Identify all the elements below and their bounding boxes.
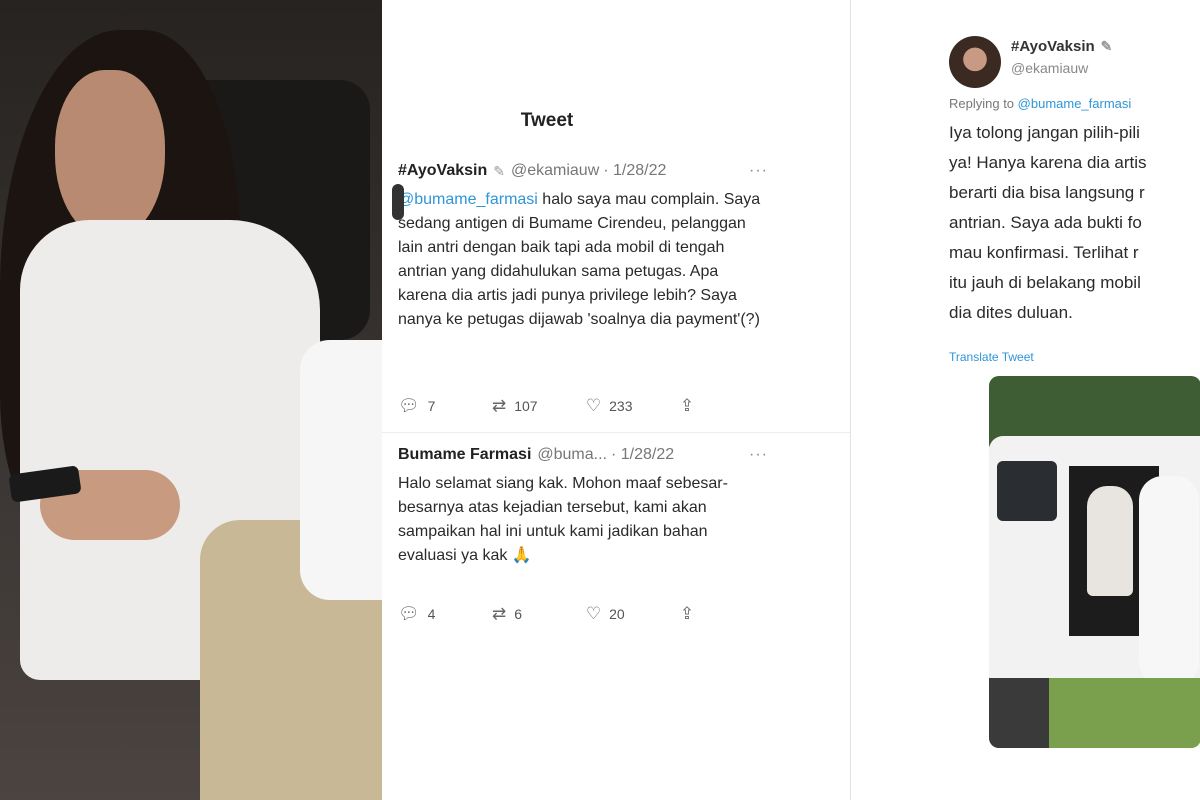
page-title: Tweet (520, 110, 574, 131)
left-photo-panel (0, 0, 382, 800)
reply-count: 4 (427, 606, 436, 622)
divider (382, 432, 850, 433)
retweet-count: 6 (514, 606, 522, 622)
replying-to: Replying to @bumame_farmasi (949, 96, 1131, 111)
reply-button[interactable]: 💬︎ 4 (398, 604, 492, 624)
reply-icon: 💬︎ (398, 604, 420, 623)
author-handle[interactable]: @buma... (537, 446, 607, 464)
tweet-actions: 💬︎ 4 ⇄ 6 ♡ 20 ⇪ (398, 604, 708, 624)
tweet-text: Halo selamat siang kak. Mohon maaf sebes… (398, 475, 728, 564)
retweet-icon: ⇄ (491, 396, 507, 415)
tweet-line: itu jauh di belakang mobil (949, 273, 1141, 292)
ppe-worker (1139, 476, 1199, 686)
heart-icon: ♡ (585, 396, 602, 415)
mention-link[interactable]: @bumame_farmasi (1018, 96, 1132, 111)
tweet-line: dia dites duluan. (949, 303, 1073, 322)
avatar[interactable] (949, 36, 1001, 88)
share-button[interactable]: ⇪ (680, 604, 708, 624)
like-count: 20 (609, 606, 625, 622)
tweet-text: Iya tolong jangan pilih-pili ya! Hanya k… (949, 118, 1200, 328)
tweet-line: ya! Hanya karena dia artis (949, 153, 1147, 172)
more-options-icon[interactable]: ··· (749, 162, 768, 180)
tweet-line: mau konfirmasi. Terlihat r (949, 243, 1139, 262)
woman-face (55, 70, 165, 240)
like-count: 233 (609, 398, 633, 414)
replying-prefix: Replying to (949, 96, 1018, 111)
heart-icon: ♡ (585, 604, 602, 623)
tweet-header: #AyoVaksin ✎ @ekamiauw · 1/28/22 ··· (398, 162, 768, 180)
tweet-header: Bumame Farmasi @buma... · 1/28/22 ··· (398, 446, 768, 464)
author-handle[interactable]: @ekamiauw (511, 162, 599, 180)
reply-icon: 💬︎ (398, 396, 420, 415)
tweet-line: Iya tolong jangan pilih-pili (949, 123, 1140, 142)
author-name-text: #AyoVaksin (1011, 38, 1095, 55)
share-icon: ⇪ (679, 396, 695, 415)
tweet-actions: 💬︎ 7 ⇄ 107 ♡ 233 ⇪ (398, 396, 708, 416)
retweet-icon: ⇄ (491, 604, 507, 623)
tweet-line: berarti dia bisa langsung r (949, 183, 1145, 202)
share-button[interactable]: ⇪ (680, 396, 708, 416)
tweet-photo[interactable] (989, 376, 1200, 748)
tweet-main[interactable]: #AyoVaksin ✎ @ekamiauw · 1/28/22 ··· @bu… (392, 162, 768, 332)
tweet-text-content: halo saya mau complain. Saya sedang anti… (398, 191, 761, 328)
road (989, 678, 1049, 748)
tweet-thread-panel: Tweet #AyoVaksin ✎ @ekamiauw · 1/28/22 ·… (382, 0, 850, 800)
pencil-icon: ✎ (493, 162, 505, 179)
reply-button[interactable]: 💬︎ 7 (398, 396, 492, 416)
author-name[interactable]: Bumame Farmasi (398, 446, 531, 464)
like-button[interactable]: ♡ 20 (586, 604, 680, 624)
author-name[interactable]: #AyoVaksin (398, 162, 487, 180)
like-button[interactable]: ♡ 233 (586, 396, 680, 416)
zoomed-tweet-panel: #AyoVaksin ✎ @ekamiauw Replying to @bumam… (850, 0, 1200, 800)
tweet-text: @bumame_farmasi halo saya mau complain. … (398, 188, 768, 332)
mention-link[interactable]: @bumame_farmasi (398, 191, 538, 208)
retweet-count: 107 (514, 398, 538, 414)
author-name[interactable]: #AyoVaksin ✎ (1011, 38, 1112, 55)
van-window (997, 461, 1057, 521)
grass (1049, 678, 1200, 748)
person-in-van (1087, 486, 1133, 596)
author-handle[interactable]: @ekamiauw (1011, 60, 1088, 76)
retweet-button[interactable]: ⇄ 6 (492, 604, 586, 624)
retweet-button[interactable]: ⇄ 107 (492, 396, 586, 416)
tweet-date[interactable]: · 1/28/22 (603, 162, 666, 180)
reply-count: 7 (427, 398, 436, 414)
ppe-suit-worker (300, 340, 382, 600)
tweet-line: antrian. Saya ada bukti fo (949, 213, 1142, 232)
pencil-icon: ✎ (1100, 38, 1113, 54)
tweet-reply[interactable]: Bumame Farmasi @buma... · 1/28/22 ··· Ha… (398, 446, 768, 568)
more-options-icon[interactable]: ··· (749, 446, 768, 464)
avatar[interactable] (392, 184, 404, 220)
translate-tweet-link[interactable]: Translate Tweet (949, 350, 1034, 364)
share-icon: ⇪ (679, 604, 695, 623)
tweet-date[interactable]: · 1/28/22 (611, 446, 674, 464)
